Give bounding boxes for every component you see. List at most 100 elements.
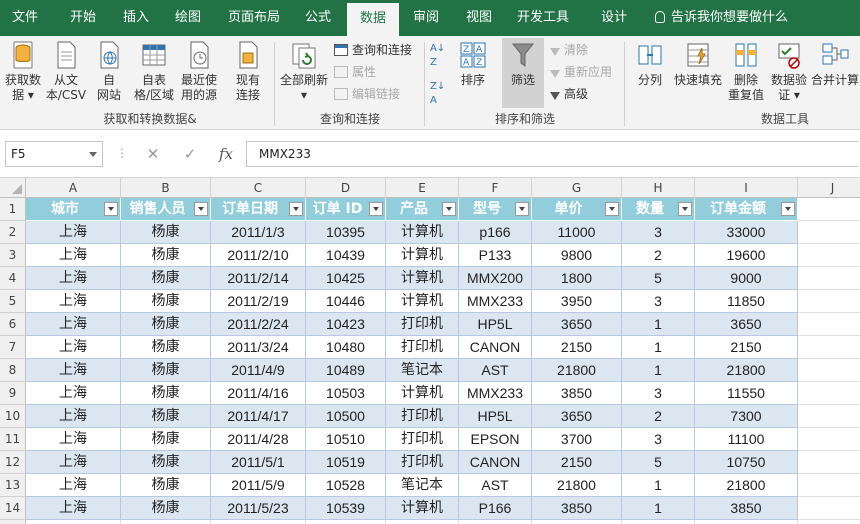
empty-cell[interactable] xyxy=(306,520,386,524)
empty-cell[interactable] xyxy=(211,520,306,524)
table-header-cell[interactable]: 数量 xyxy=(622,198,695,221)
tab-9[interactable]: 开发工具 xyxy=(506,0,580,36)
table-cell[interactable]: 杨康 xyxy=(121,221,211,244)
table-cell[interactable]: AST xyxy=(459,474,532,497)
table-cell[interactable]: 上海 xyxy=(26,382,121,405)
table-cell[interactable]: 1 xyxy=(622,336,695,359)
table-cell[interactable]: 3 xyxy=(622,428,695,451)
table-cell[interactable]: 10423 xyxy=(306,313,386,336)
table-cell[interactable]: 5 xyxy=(622,451,695,474)
table-cell[interactable]: 上海 xyxy=(26,359,121,382)
table-cell[interactable]: p166 xyxy=(459,221,532,244)
empty-cell[interactable] xyxy=(121,520,211,524)
table-cell[interactable]: 7300 xyxy=(695,405,798,428)
table-cell[interactable]: 计算机 xyxy=(386,221,459,244)
table-cell[interactable]: 3 xyxy=(622,290,695,313)
column-header[interactable]: E xyxy=(386,178,459,198)
row-header[interactable]: 1 xyxy=(0,198,26,221)
existing-connections-button[interactable]: 现有 连接 xyxy=(228,40,268,103)
table-cell[interactable]: P166 xyxy=(459,497,532,520)
column-header[interactable]: F xyxy=(459,178,532,198)
table-cell[interactable]: 2011/5/9 xyxy=(211,474,306,497)
table-cell[interactable]: 上海 xyxy=(26,221,121,244)
table-cell[interactable]: 2011/4/16 xyxy=(211,382,306,405)
table-cell[interactable]: 9000 xyxy=(695,267,798,290)
sort-az-button[interactable]: A↓ Z xyxy=(430,42,445,72)
table-cell[interactable]: P133 xyxy=(459,244,532,267)
table-cell[interactable]: 笔记本 xyxy=(386,474,459,497)
select-all-button[interactable] xyxy=(0,178,26,198)
table-cell[interactable]: 10528 xyxy=(306,474,386,497)
table-cell[interactable]: 上海 xyxy=(26,244,121,267)
column-header[interactable]: B xyxy=(121,178,211,198)
table-cell[interactable]: 2011/4/28 xyxy=(211,428,306,451)
table-header-cell[interactable]: 订单 ID xyxy=(306,198,386,221)
table-cell[interactable]: MMX233 xyxy=(459,382,532,405)
empty-cell[interactable] xyxy=(798,336,860,359)
table-cell[interactable]: 2 xyxy=(622,405,695,428)
empty-cell[interactable] xyxy=(798,244,860,267)
row-header[interactable]: 11 xyxy=(0,428,26,451)
table-cell[interactable]: 杨康 xyxy=(121,290,211,313)
filter-dropdown-icon[interactable] xyxy=(515,202,529,216)
table-cell[interactable]: 19600 xyxy=(695,244,798,267)
table-cell[interactable]: 5 xyxy=(622,267,695,290)
empty-cell[interactable] xyxy=(459,520,532,524)
refresh-all-button[interactable]: 全部刷新 ▾ xyxy=(278,40,330,103)
empty-cell[interactable] xyxy=(798,382,860,405)
table-cell[interactable]: 3 xyxy=(622,221,695,244)
table-cell[interactable]: 3850 xyxy=(532,382,622,405)
table-cell[interactable]: 1 xyxy=(622,313,695,336)
table-cell[interactable]: 10539 xyxy=(306,497,386,520)
table-cell[interactable]: 2011/4/9 xyxy=(211,359,306,382)
table-cell[interactable]: 打印机 xyxy=(386,313,459,336)
table-cell[interactable]: MMX200 xyxy=(459,267,532,290)
empty-cell[interactable] xyxy=(695,520,798,524)
table-cell[interactable]: 10500 xyxy=(306,405,386,428)
empty-cell[interactable] xyxy=(798,451,860,474)
column-header[interactable]: H xyxy=(622,178,695,198)
row-header[interactable]: 6 xyxy=(0,313,26,336)
table-cell[interactable]: 杨康 xyxy=(121,405,211,428)
table-cell[interactable]: 上海 xyxy=(26,405,121,428)
filter-dropdown-icon[interactable] xyxy=(369,202,383,216)
table-cell[interactable]: 上海 xyxy=(26,451,121,474)
row-header[interactable]: 8 xyxy=(0,359,26,382)
table-cell[interactable]: AST xyxy=(459,359,532,382)
from-text-csv-button[interactable]: 从文 本/CSV xyxy=(44,40,88,103)
table-cell[interactable]: 上海 xyxy=(26,497,121,520)
table-cell[interactable]: CANON xyxy=(459,451,532,474)
tab-10[interactable]: 设计 xyxy=(586,0,642,36)
table-cell[interactable]: 21800 xyxy=(695,359,798,382)
table-cell[interactable]: 2011/4/17 xyxy=(211,405,306,428)
filter-dropdown-icon[interactable] xyxy=(442,202,456,216)
enter-formula-button[interactable]: ✓ xyxy=(178,141,202,167)
table-header-cell[interactable]: 订单日期 xyxy=(211,198,306,221)
consolidate-button[interactable]: 合并计算 xyxy=(810,40,860,88)
flash-fill-button[interactable]: 快速填充 xyxy=(672,40,724,88)
clear-filter-button[interactable]: 清除 xyxy=(550,40,588,60)
recent-sources-button[interactable]: 最近使 用的源 xyxy=(178,40,220,103)
empty-cell[interactable] xyxy=(798,474,860,497)
advanced-filter-button[interactable]: 高级 xyxy=(550,84,588,104)
table-cell[interactable]: 11550 xyxy=(695,382,798,405)
row-header[interactable]: 4 xyxy=(0,267,26,290)
sort-za-button[interactable]: Z↓ A xyxy=(430,80,445,110)
empty-cell[interactable] xyxy=(798,359,860,382)
formula-input[interactable]: MMX233 xyxy=(246,141,858,167)
table-cell[interactable]: 上海 xyxy=(26,428,121,451)
table-cell[interactable]: 1 xyxy=(622,474,695,497)
table-cell[interactable]: 21800 xyxy=(532,359,622,382)
empty-cell[interactable] xyxy=(798,520,860,524)
column-header[interactable]: A xyxy=(26,178,121,198)
table-cell[interactable]: 10503 xyxy=(306,382,386,405)
empty-cell[interactable] xyxy=(798,267,860,290)
table-cell[interactable]: 2 xyxy=(622,244,695,267)
tab-7[interactable]: 审阅 xyxy=(402,0,450,36)
table-cell[interactable]: 2011/2/10 xyxy=(211,244,306,267)
table-cell[interactable]: 杨康 xyxy=(121,428,211,451)
from-web-button[interactable]: 自 网站 xyxy=(90,40,128,103)
table-cell[interactable]: 杨康 xyxy=(121,313,211,336)
empty-cell[interactable] xyxy=(798,428,860,451)
filter-dropdown-icon[interactable] xyxy=(289,202,303,216)
